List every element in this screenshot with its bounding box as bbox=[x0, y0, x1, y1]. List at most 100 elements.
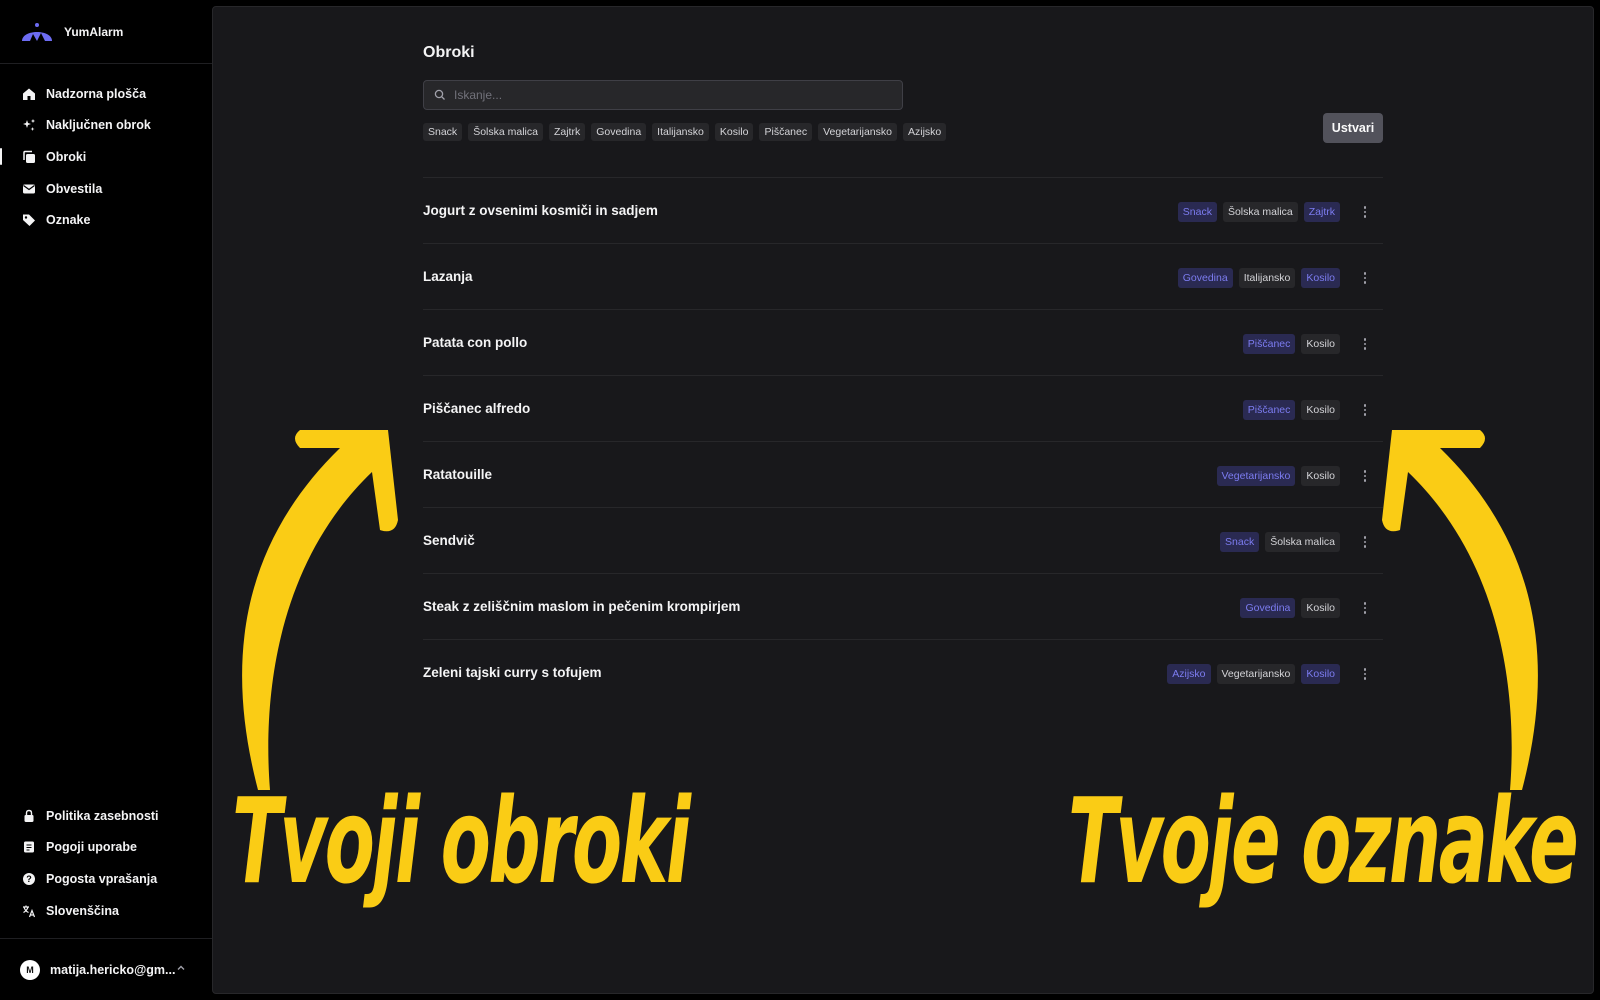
meal-tag: Kosilo bbox=[1301, 598, 1340, 618]
search-icon bbox=[434, 89, 445, 100]
meal-tag: Šolska malica bbox=[1265, 532, 1340, 552]
sidebar-item-notifications[interactable]: Obvestila bbox=[0, 173, 212, 205]
more-options-icon[interactable] bbox=[1361, 336, 1369, 352]
meal-tag: Piščanec bbox=[1242, 400, 1296, 420]
main-panel: Obroki Snack Šolska malica Zajtrk Govedi… bbox=[212, 6, 1594, 994]
document-icon bbox=[21, 839, 37, 855]
filter-chip[interactable]: Zajtrk bbox=[548, 123, 586, 141]
filter-chip[interactable]: Kosilo bbox=[714, 123, 754, 141]
meal-list: Jogurt z ovsenimi kosmiči in sadjem Snack… bbox=[423, 177, 1383, 705]
more-options-icon[interactable] bbox=[1361, 204, 1369, 220]
meal-title[interactable]: Jogurt z ovsenimi kosmiči in sadjem bbox=[423, 203, 658, 218]
more-options-icon[interactable] bbox=[1361, 534, 1369, 550]
meal-title[interactable]: Steak z zeliščnim maslom in pečenim krom… bbox=[423, 599, 740, 614]
meal-row[interactable]: Steak z zeliščnim maslom in pečenim krom… bbox=[423, 573, 1383, 639]
meal-row[interactable]: Jogurt z ovsenimi kosmiči in sadjem Snack… bbox=[423, 177, 1383, 243]
sidebar-item-label: Obroki bbox=[46, 149, 87, 164]
meal-tag: Govedina bbox=[1177, 268, 1233, 288]
meal-title[interactable]: Ratatouille bbox=[423, 467, 492, 482]
sidebar-item-label: Politika zasebnosti bbox=[46, 808, 159, 823]
meal-tags: Piščanec Kosilo bbox=[1242, 334, 1340, 354]
meal-tag: Kosilo bbox=[1301, 664, 1340, 684]
meal-tags: Snack Šolska malica Zajtrk bbox=[1177, 202, 1340, 222]
sidebar-item-dashboard[interactable]: Nadzorna plošča bbox=[0, 78, 212, 110]
meal-tag: Snack bbox=[1177, 202, 1217, 222]
meal-tag: Govedina bbox=[1240, 598, 1296, 618]
meal-tag: Kosilo bbox=[1301, 334, 1340, 354]
search-box[interactable] bbox=[423, 80, 903, 110]
filter-chip[interactable]: Azijsko bbox=[902, 123, 947, 141]
meal-title[interactable]: Patata con pollo bbox=[423, 335, 527, 350]
more-options-icon[interactable] bbox=[1361, 666, 1369, 682]
meal-row[interactable]: Sendvič Snack Šolska malica bbox=[423, 507, 1383, 573]
sidebar-item-label: Pogosta vprašanja bbox=[46, 871, 158, 886]
filter-chip[interactable]: Piščanec bbox=[759, 123, 813, 141]
sidebar-item-label: Slovenščina bbox=[46, 903, 119, 918]
filter-chip[interactable]: Govedina bbox=[591, 123, 647, 141]
sparkles-icon bbox=[21, 117, 37, 133]
user-menu[interactable]: M matija.hericko@gm... bbox=[0, 938, 212, 1000]
meal-title[interactable]: Zeleni tajski curry s tofujem bbox=[423, 665, 602, 680]
sidebar: YumAlarm Nadzorna plošča Naključnen obro… bbox=[0, 0, 212, 1000]
main-nav: Nadzorna plošča Naključnen obrok Obroki … bbox=[0, 78, 212, 236]
meal-tag: Azijsko bbox=[1167, 664, 1211, 684]
sidebar-item-label: Oznake bbox=[46, 213, 91, 228]
create-button[interactable]: Ustvari bbox=[1323, 113, 1383, 143]
sidebar-item-faq[interactable]: ? Pogosta vprašanja bbox=[0, 863, 212, 895]
sidebar-item-meals[interactable]: Obroki bbox=[0, 141, 212, 173]
meal-row[interactable]: Patata con pollo Piščanec Kosilo bbox=[423, 309, 1383, 375]
tag-filters: Snack Šolska malica Zajtrk Govedina Ital… bbox=[423, 123, 947, 141]
filter-chip[interactable]: Šolska malica bbox=[468, 123, 543, 141]
stack-icon bbox=[21, 149, 37, 165]
sidebar-item-privacy[interactable]: Politika zasebnosti bbox=[0, 800, 212, 832]
filter-chip[interactable]: Snack bbox=[423, 123, 463, 141]
more-options-icon[interactable] bbox=[1361, 600, 1369, 616]
sidebar-item-language[interactable]: Slovenščina bbox=[0, 895, 212, 927]
meal-row[interactable]: Zeleni tajski curry s tofujem Azijsko Vege… bbox=[423, 639, 1383, 705]
brand[interactable]: YumAlarm bbox=[0, 0, 212, 64]
meal-tags: Piščanec Kosilo bbox=[1242, 400, 1340, 420]
avatar: M bbox=[20, 959, 40, 980]
meal-tag: Vegetarijansko bbox=[1216, 664, 1296, 684]
question-icon: ? bbox=[21, 871, 37, 887]
sidebar-item-label: Obvestila bbox=[46, 181, 103, 196]
more-options-icon[interactable] bbox=[1361, 402, 1369, 418]
secondary-nav: Politika zasebnosti Pogoji uporabe ? Pog… bbox=[0, 800, 212, 926]
meal-row[interactable]: Piščanec alfredo Piščanec Kosilo bbox=[423, 375, 1383, 441]
meal-tag: Šolska malica bbox=[1222, 202, 1298, 222]
meal-tag: Kosilo bbox=[1301, 400, 1340, 420]
svg-text:?: ? bbox=[26, 874, 32, 884]
filter-chip[interactable]: Italijansko bbox=[652, 123, 709, 141]
meal-tag: Piščanec bbox=[1242, 334, 1296, 354]
meal-tag: Italijansko bbox=[1238, 268, 1296, 288]
sidebar-item-label: Nadzorna plošča bbox=[46, 86, 147, 101]
meal-title[interactable]: Piščanec alfredo bbox=[423, 401, 530, 416]
brand-name: YumAlarm bbox=[64, 24, 124, 39]
sidebar-item-tags[interactable]: Oznake bbox=[0, 204, 212, 236]
filter-chip[interactable]: Vegetarijansko bbox=[818, 123, 897, 141]
meal-tags: Govedina Italijansko Kosilo bbox=[1177, 268, 1340, 288]
page-title: Obroki bbox=[423, 44, 475, 61]
home-icon bbox=[21, 86, 37, 102]
yumalarm-logo-icon bbox=[22, 22, 52, 41]
more-options-icon[interactable] bbox=[1361, 270, 1369, 286]
meal-tags: Govedina Kosilo bbox=[1240, 598, 1340, 618]
sidebar-item-terms[interactable]: Pogoji uporabe bbox=[0, 832, 212, 864]
sidebar-item-random-meal[interactable]: Naključnen obrok bbox=[0, 110, 212, 142]
meal-row[interactable]: Lazanja Govedina Italijansko Kosilo bbox=[423, 243, 1383, 309]
chevron-up-icon bbox=[176, 963, 190, 976]
meal-tags: Vegetarijansko Kosilo bbox=[1216, 466, 1340, 486]
tag-icon bbox=[21, 212, 37, 228]
translate-icon bbox=[21, 903, 37, 919]
search-input[interactable] bbox=[454, 88, 874, 102]
lock-icon bbox=[21, 808, 37, 824]
meal-tag: Vegetarijansko bbox=[1216, 466, 1296, 486]
meal-tags: Azijsko Vegetarijansko Kosilo bbox=[1167, 664, 1340, 684]
sidebar-item-label: Pogoji uporabe bbox=[46, 840, 137, 855]
more-options-icon[interactable] bbox=[1361, 468, 1369, 484]
meal-title[interactable]: Sendvič bbox=[423, 533, 475, 548]
user-email: matija.hericko@gm... bbox=[50, 962, 176, 977]
meal-row[interactable]: Ratatouille Vegetarijansko Kosilo bbox=[423, 441, 1383, 507]
meal-tag: Snack bbox=[1220, 532, 1260, 552]
meal-title[interactable]: Lazanja bbox=[423, 269, 473, 284]
